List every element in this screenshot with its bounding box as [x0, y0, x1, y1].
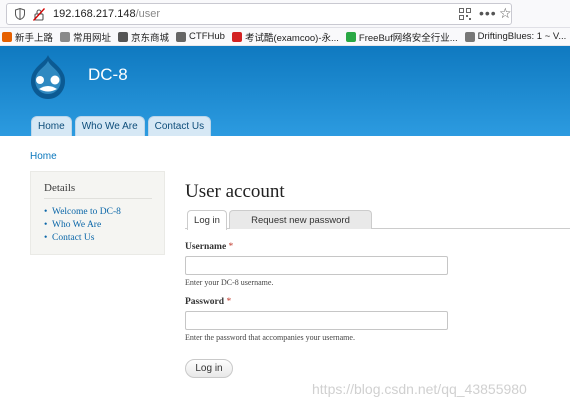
sidebar-link-contact-us[interactable]: Contact Us: [44, 233, 121, 246]
bookmarks-toolbar: 新手上路 常用网址 京东商城 CTFHub 考试酷(examcoo)-永... FreeB…: [0, 28, 570, 46]
username-input[interactable]: [185, 256, 448, 275]
bookmark-label: 新手上路: [15, 32, 54, 44]
page-actions-menu-icon[interactable]: •••: [479, 5, 497, 21]
sidebar-title: Details: [44, 182, 76, 194]
bookmark-label: 考试酷(examcoo)-永...: [244, 32, 339, 44]
bookmark-item[interactable]: 京东商城: [118, 30, 169, 44]
bookmark-favicon-icon: [345, 31, 356, 42]
site-name[interactable]: DC-8: [88, 65, 128, 85]
bookmark-item[interactable]: 常用网址: [60, 30, 111, 44]
bookmark-label: 京东商城: [131, 32, 170, 44]
sidebar-menu: Welcome to DC-8 Who We Are Contact Us: [44, 207, 121, 246]
nav-tab-contact-us[interactable]: Contact Us: [147, 116, 212, 136]
tab-log-in[interactable]: Log in: [187, 210, 227, 230]
required-marker: *: [226, 297, 232, 307]
address-bar[interactable]: 192.168.217.148/user ••• ☆: [6, 3, 512, 25]
bookmark-favicon-icon: [118, 31, 129, 42]
account-tabs: Log in Request new password: [185, 210, 570, 230]
bookmark-star-icon[interactable]: ☆: [499, 5, 512, 22]
log-in-button[interactable]: Log in: [185, 359, 233, 378]
bookmark-favicon-icon: [60, 31, 71, 42]
bookmark-label: FreeBuf网络安全行业...: [358, 32, 458, 44]
tab-request-new-password[interactable]: Request new password: [229, 210, 372, 229]
breadcrumb-home-link[interactable]: Home: [30, 151, 57, 162]
site-header: DC-8 Home Who We Are Contact Us: [0, 46, 570, 136]
password-label-text: Password: [185, 297, 225, 307]
main-navigation: Home Who We Are Contact Us: [31, 116, 214, 136]
nav-tab-who-we-are[interactable]: Who We Are: [74, 116, 145, 136]
username-label-text: Username: [185, 242, 227, 252]
required-marker: *: [228, 242, 234, 252]
bookmark-favicon-icon: [464, 31, 475, 42]
bookmark-item[interactable]: 新手上路: [2, 30, 53, 44]
bookmark-item[interactable]: FreeBuf网络安全行业...: [345, 30, 458, 44]
sidebar-details-block: Details Welcome to DC-8 Who We Are Conta…: [30, 171, 165, 255]
nav-tab-home[interactable]: Home: [31, 116, 72, 136]
page-title: User account: [185, 181, 285, 202]
bookmark-label: 常用网址: [73, 32, 112, 44]
bookmark-favicon-icon: [176, 31, 187, 42]
password-description: Enter the password that accompanies your…: [185, 333, 355, 342]
shield-icon[interactable]: [15, 8, 25, 20]
username-description: Enter your DC-8 username.: [185, 278, 274, 287]
sidebar-link-welcome[interactable]: Welcome to DC-8: [44, 207, 121, 220]
password-label: Password *: [185, 297, 231, 307]
url-path: /user: [135, 8, 161, 20]
sidebar-link-who-we-are[interactable]: Who We Are: [44, 220, 121, 233]
qr-code-icon[interactable]: [459, 8, 471, 20]
bookmark-favicon-icon: [2, 31, 12, 42]
password-input[interactable]: [185, 311, 448, 330]
url-host: 192.168.217.148: [53, 8, 136, 20]
url-text[interactable]: 192.168.217.148/user: [53, 8, 160, 20]
bookmark-label: CTFHub: [189, 31, 225, 42]
bookmark-item[interactable]: 考试酷(examcoo)-永...: [231, 30, 339, 44]
watermark-text: https://blog.csdn.net/qq_43855980: [312, 381, 527, 397]
username-label: Username *: [185, 242, 233, 252]
bookmark-favicon-icon: [231, 31, 242, 42]
bookmark-item[interactable]: CTFHub: [176, 31, 225, 42]
bookmark-label: DriftingBlues: 1 ~ V...: [477, 31, 567, 42]
drupal-logo-icon[interactable]: [26, 53, 70, 101]
sidebar-divider: [44, 198, 152, 199]
bookmark-item[interactable]: DriftingBlues: 1 ~ V...: [464, 31, 567, 42]
insecure-lock-icon[interactable]: [33, 8, 45, 21]
browser-toolbar: 192.168.217.148/user ••• ☆: [0, 0, 570, 28]
